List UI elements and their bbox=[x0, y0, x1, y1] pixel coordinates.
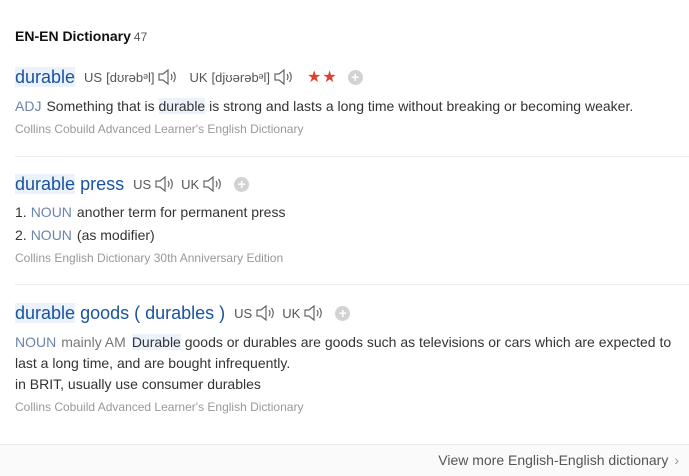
highlighted-word: Durable bbox=[131, 334, 181, 350]
speaker-icon[interactable] bbox=[157, 68, 179, 86]
dictionary-title: EN-EN Dictionary bbox=[15, 28, 131, 44]
definition: NOUN mainly AM Durable goods or durables a… bbox=[15, 332, 689, 374]
headword[interactable]: durable press bbox=[15, 173, 124, 195]
result-count: 47 bbox=[133, 30, 148, 44]
speaker-icon[interactable] bbox=[255, 304, 277, 322]
us-pronunciation: US bbox=[234, 304, 277, 322]
speaker-icon[interactable] bbox=[303, 304, 325, 322]
part-of-speech: ADJ bbox=[15, 98, 42, 114]
sense-number: 2. bbox=[15, 227, 27, 243]
definition-text: (as modifier) bbox=[76, 227, 155, 243]
speaker-icon[interactable] bbox=[273, 68, 295, 86]
uk-ipa: [djʊərəbᵊl] bbox=[211, 69, 270, 85]
speaker-icon[interactable] bbox=[202, 175, 224, 193]
source-dictionary: Collins Cobuild Advanced Learner's Engli… bbox=[15, 122, 304, 136]
add-to-wordbook-plus-icon[interactable]: + bbox=[347, 69, 363, 85]
us-ipa: [dʊrəbᵊl] bbox=[106, 69, 155, 85]
divider bbox=[15, 284, 689, 285]
chevron-right-icon: › bbox=[674, 452, 679, 468]
source-dictionary: Collins English Dictionary 30th Annivers… bbox=[15, 251, 284, 265]
entry-durable: durable US [dʊrəbᵊl] UK [djʊərəbᵊl] ★★ +… bbox=[15, 65, 689, 136]
definition: ADJ Something that is durable is strong a… bbox=[15, 96, 689, 117]
add-to-wordbook-plus-icon[interactable]: + bbox=[234, 176, 250, 192]
highlighted-word: durable bbox=[158, 98, 206, 114]
dictionary-header: EN-EN Dictionary 47 bbox=[15, 28, 147, 44]
source-dictionary: Collins Cobuild Advanced Learner's Engli… bbox=[15, 400, 304, 414]
usage-note: in BRIT, usually use consumer durables bbox=[15, 376, 261, 392]
add-to-wordbook-plus-icon[interactable]: + bbox=[335, 305, 351, 321]
headword[interactable]: durable bbox=[15, 66, 76, 88]
entry-durable-press: durable press US UK + 1. NOUN another term… bbox=[15, 172, 689, 265]
us-label: US bbox=[234, 305, 253, 321]
uk-label: UK bbox=[282, 305, 301, 321]
sense-1: 1. NOUN another term for permanent press bbox=[15, 202, 689, 223]
uk-label: UK bbox=[189, 69, 208, 85]
definition-text: last a long time, and are bought infrequ… bbox=[15, 355, 291, 371]
region-label: mainly AM bbox=[61, 334, 126, 350]
part-of-speech: NOUN bbox=[30, 204, 72, 220]
view-more-link[interactable]: View more English-English dictionary › bbox=[438, 452, 679, 468]
us-label: US bbox=[133, 176, 152, 192]
view-more-label: View more English-English dictionary bbox=[438, 452, 669, 468]
part-of-speech: NOUN bbox=[30, 227, 72, 243]
us-pronunciation: US bbox=[133, 175, 176, 193]
definition-text: another term for permanent press bbox=[76, 204, 286, 220]
uk-label: UK bbox=[181, 176, 200, 192]
definition-text: is strong and lasts a long time without … bbox=[209, 98, 634, 114]
entry-durable-goods: durable goods ( durables ) US UK + NOUN m… bbox=[15, 301, 689, 414]
us-label: US bbox=[84, 69, 103, 85]
us-pronunciation: US [dʊrəbᵊl] bbox=[84, 68, 179, 86]
frequency-stars: ★★ bbox=[307, 69, 338, 86]
uk-pronunciation: UK bbox=[181, 175, 224, 193]
definition-text: Something that is bbox=[46, 98, 155, 114]
headword[interactable]: durable goods ( durables ) bbox=[15, 302, 225, 324]
divider bbox=[15, 156, 689, 157]
uk-pronunciation: UK bbox=[282, 304, 325, 322]
sense-number: 1. bbox=[15, 204, 27, 220]
part-of-speech: NOUN bbox=[15, 334, 57, 350]
definition-text: goods or durables are goods such as tele… bbox=[184, 334, 672, 350]
sense-2: 2. NOUN (as modifier) bbox=[15, 225, 689, 246]
uk-pronunciation: UK [djʊərəbᵊl] bbox=[189, 68, 295, 86]
footer-bar: View more English-English dictionary › bbox=[0, 444, 689, 476]
speaker-icon[interactable] bbox=[154, 175, 176, 193]
